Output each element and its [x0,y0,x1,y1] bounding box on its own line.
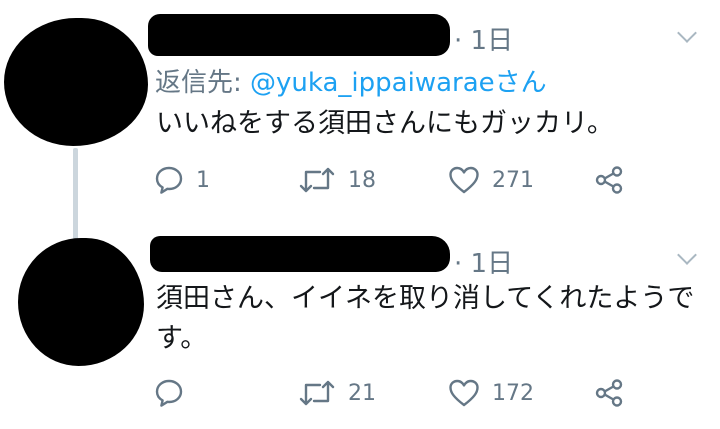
reply-button[interactable] [154,375,196,411]
tweet-text: 須田さん、イイネを取り消してくれたようです。 [156,283,695,354]
tweet-text: いいねをする須田さんにもガッカリ。 [156,108,614,139]
reply-count: 1 [196,167,210,193]
tweet-actions: 1 18 271 [154,162,654,198]
retweet-count: 18 [348,167,376,193]
retweet-button[interactable]: 21 [298,375,376,411]
retweet-count: 21 [348,380,376,406]
like-count: 271 [492,167,534,193]
reply-to-prefix: 返信先: [155,68,242,98]
reply-button[interactable]: 1 [154,162,210,198]
tweet[interactable]: · 1日 須田さん、イイネを取り消してくれたようです。 21 172 [0,214,720,429]
share-icon [595,166,623,194]
like-count: 172 [492,380,534,406]
like-button[interactable]: 271 [448,162,534,198]
retweet-button[interactable]: 18 [298,162,376,198]
reply-to-line: 返信先: @yuka_ippaiwaraeさん [155,62,547,99]
chevron-down-icon[interactable] [677,23,697,43]
author-name-redacted[interactable] [148,14,450,56]
retweet-icon [299,167,335,193]
tweet[interactable]: · 1日 返信先: @yuka_ippaiwaraeさん いいねをする須田さんに… [0,0,720,240]
share-icon [595,379,623,407]
tweet-actions: 21 172 [154,375,654,411]
chevron-down-icon[interactable] [677,245,697,265]
reply-icon [155,166,183,194]
tweet-timestamp[interactable]: · 1日 [454,243,513,280]
retweet-icon [299,380,335,406]
share-button[interactable] [594,375,624,411]
avatar-redacted[interactable] [4,18,148,146]
heart-icon [449,379,479,407]
like-button[interactable]: 172 [448,375,534,411]
avatar-redacted[interactable] [18,238,144,366]
heart-icon [449,166,479,194]
share-button[interactable] [594,162,624,198]
tweet-timestamp[interactable]: · 1日 [454,20,513,57]
author-name-redacted[interactable] [150,236,450,272]
reply-to-handle-link[interactable]: @yuka_ippaiwaraeさん [250,68,547,98]
reply-icon [155,379,183,407]
